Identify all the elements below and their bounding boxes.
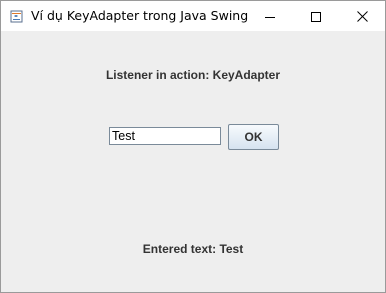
title-bar[interactable]: Ví dụ KeyAdapter trong Java Swing <box>1 1 385 31</box>
minimize-button[interactable] <box>247 1 293 31</box>
header-label: Listener in action: KeyAdapter <box>105 68 281 82</box>
status-label: Entered text: Test <box>142 242 244 256</box>
minimize-icon <box>265 7 275 26</box>
ok-button[interactable]: OK <box>228 124 279 150</box>
close-icon <box>356 7 368 26</box>
java-app-icon <box>9 8 25 24</box>
maximize-button[interactable] <box>293 1 339 31</box>
text-input[interactable] <box>109 127 221 145</box>
app-window: Ví dụ KeyAdapter trong Java Swing Listen… <box>0 0 386 293</box>
window-title: Ví dụ KeyAdapter trong Java Swing <box>31 8 249 23</box>
maximize-icon <box>311 7 321 26</box>
close-button[interactable] <box>339 1 385 31</box>
content-panel: Listener in action: KeyAdapter OK Entere… <box>1 31 385 292</box>
